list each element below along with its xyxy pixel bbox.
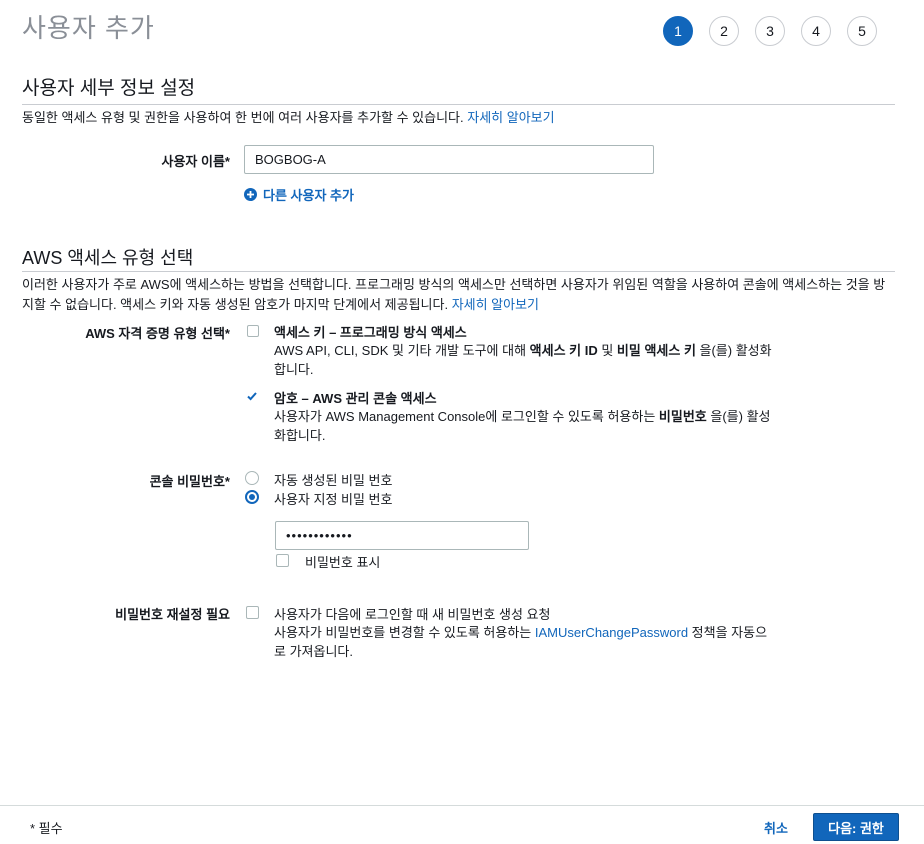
username-label: 사용자 이름* bbox=[161, 154, 230, 169]
checkmark-icon bbox=[247, 392, 257, 401]
password-reset-checkbox[interactable] bbox=[246, 606, 259, 619]
custom-password-label: 사용자 지정 비밀 번호 bbox=[274, 492, 393, 507]
step-5[interactable]: 5 bbox=[847, 16, 877, 46]
add-another-user-button[interactable]: 다른 사용자 추가 bbox=[244, 185, 354, 204]
console-access-checkbox[interactable] bbox=[246, 390, 258, 402]
access-key-desc-part: 및 bbox=[597, 343, 617, 358]
access-key-option-desc: AWS API, CLI, SDK 및 기타 개발 도구에 대해 액세스 키 I… bbox=[274, 341, 774, 379]
footer-divider bbox=[0, 805, 924, 806]
console-password-label: 콘솔 비밀번호* bbox=[149, 474, 230, 489]
page-title: 사용자 추가 bbox=[22, 13, 155, 43]
auto-password-radio[interactable] bbox=[245, 471, 259, 485]
secret-access-key-term: 비밀 액세스 키 bbox=[616, 343, 696, 358]
step-4[interactable]: 4 bbox=[801, 16, 831, 46]
password-reset-label: 비밀번호 재설정 필요 bbox=[115, 607, 230, 622]
credential-type-label: AWS 자격 증명 유형 선택* bbox=[85, 326, 230, 341]
learn-more-link[interactable]: 자세히 알아보기 bbox=[452, 297, 539, 312]
learn-more-link[interactable]: 자세히 알아보기 bbox=[467, 110, 554, 125]
wizard-steps: 1 2 3 4 5 bbox=[663, 16, 877, 46]
access-key-desc-part: AWS API, CLI, SDK 및 기타 개발 도구에 대해 bbox=[274, 343, 530, 358]
user-details-desc-text: 동일한 액세스 유형 및 권한을 사용하여 한 번에 여러 사용자를 추가할 수… bbox=[22, 110, 464, 125]
plus-circle-icon bbox=[244, 188, 257, 201]
auto-password-label: 자동 생성된 비밀 번호 bbox=[274, 473, 393, 488]
console-access-option-desc: 사용자가 AWS Management Console에 로그인할 수 있도록 … bbox=[274, 407, 774, 445]
password-reset-title: 사용자가 다음에 로그인할 때 새 비밀번호 생성 요청 bbox=[274, 607, 551, 622]
console-access-desc-part: 사용자가 AWS Management Console에 로그인할 수 있도록 … bbox=[274, 409, 659, 424]
next-permissions-button[interactable]: 다음: 권한 bbox=[813, 813, 899, 841]
step-3[interactable]: 3 bbox=[755, 16, 785, 46]
section-title-access-type: AWS 액세스 유형 선택 bbox=[22, 248, 194, 268]
custom-password-radio[interactable] bbox=[245, 490, 259, 504]
show-password-label: 비밀번호 표시 bbox=[305, 555, 381, 570]
console-access-option-title: 암호 – AWS 관리 콘솔 액세스 bbox=[274, 391, 437, 406]
step-2[interactable]: 2 bbox=[709, 16, 739, 46]
password-reset-desc: 사용자가 비밀번호를 변경할 수 있도록 허용하는 IAMUserChangeP… bbox=[274, 623, 774, 661]
username-input[interactable] bbox=[244, 145, 654, 174]
access-type-description: 이러한 사용자가 주로 AWS에 액세스하는 방법을 선택합니다. 프로그래밍 … bbox=[22, 275, 895, 315]
step-1[interactable]: 1 bbox=[663, 16, 693, 46]
iam-policy-link[interactable]: IAMUserChangePassword bbox=[535, 625, 688, 640]
access-key-id-term: 액세스 키 ID bbox=[529, 343, 598, 358]
access-key-checkbox[interactable] bbox=[247, 325, 259, 337]
custom-password-input[interactable] bbox=[275, 521, 529, 550]
section-divider bbox=[22, 271, 895, 272]
section-divider bbox=[22, 104, 895, 105]
cancel-button[interactable]: 취소 bbox=[764, 818, 788, 837]
password-term: 비밀번호 bbox=[658, 409, 707, 424]
user-details-description: 동일한 액세스 유형 및 권한을 사용하여 한 번에 여러 사용자를 추가할 수… bbox=[22, 108, 895, 128]
show-password-checkbox[interactable] bbox=[276, 554, 289, 567]
section-title-user-details: 사용자 세부 정보 설정 bbox=[22, 78, 196, 99]
required-note: * 필수 bbox=[30, 821, 63, 836]
password-reset-desc-part: 사용자가 비밀번호를 변경할 수 있도록 허용하는 bbox=[274, 625, 535, 640]
add-another-user-label: 다른 사용자 추가 bbox=[263, 188, 354, 203]
access-key-option-title: 액세스 키 – 프로그래밍 방식 액세스 bbox=[274, 325, 467, 340]
